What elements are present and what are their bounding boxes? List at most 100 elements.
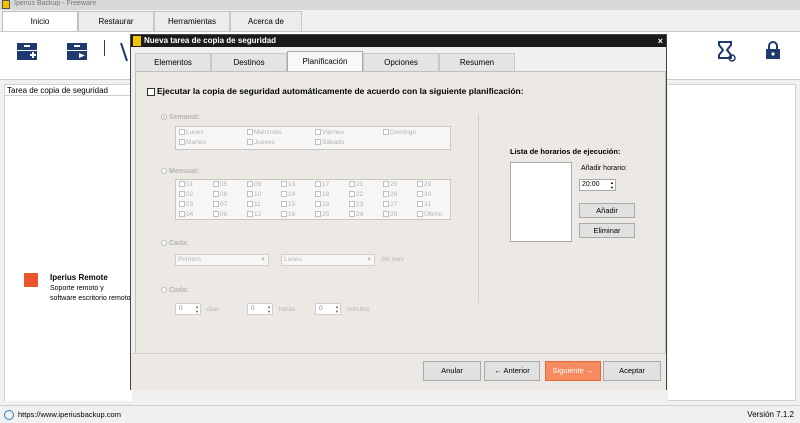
monthday-checkbox[interactable]: 06 [213,191,227,198]
monthday-checkbox[interactable]: 19 [315,201,329,208]
monthday-check-box[interactable] [213,181,219,188]
monthday-check-box[interactable] [315,181,321,188]
tab-resumen[interactable]: Resumen [439,53,515,71]
monthday-checkbox[interactable]: 13 [281,181,295,188]
website-link[interactable]: https://www.iperiusbackup.com [18,410,121,419]
monthday-checkbox[interactable]: 28 [383,211,397,218]
weekday-lunes[interactable]: Lunes [179,129,204,136]
monthday-checkbox[interactable]: 10 [247,191,261,198]
previous-button[interactable]: ← Anterior [484,361,540,381]
monthday-checkbox[interactable]: 14 [281,191,295,198]
tab-herramientas[interactable]: Herramientas [154,11,230,31]
spinner-arrows-icon[interactable]: ▲ ▼ [267,304,271,314]
tab-restaurar[interactable]: Restaurar [78,11,154,31]
monthday-check-box[interactable] [315,191,321,198]
monthday-checkbox[interactable]: 17 [315,181,329,188]
iperius-remote-title[interactable]: Iperius Remote [50,273,108,282]
tools-icon[interactable] [120,42,128,62]
spinner-arrows-icon[interactable]: ▲ ▼ [195,304,199,314]
new-backup-icon[interactable] [16,41,38,61]
monthday-check-box[interactable] [213,191,219,198]
monthday-checkbox[interactable]: 09 [247,181,261,188]
days-spinner[interactable]: 0 ▲ ▼ [175,303,201,315]
tab-elementos[interactable]: Elementos [135,53,211,71]
monthday-checkbox[interactable]: 21 [349,181,363,188]
tab-inicio[interactable]: Inicio [2,11,78,32]
times-list[interactable] [510,162,572,242]
monthday-checkbox[interactable]: 29 [417,181,431,188]
monthday-checkbox[interactable]: Último [417,211,442,218]
each-radio[interactable]: Cada: [161,240,188,247]
monthday-check-box[interactable] [281,201,287,208]
cancel-button[interactable]: Anular [423,361,481,381]
spinner-arrows-icon[interactable]: ▲ ▼ [610,180,614,190]
auto-schedule-check-box[interactable] [147,87,155,96]
weekday-jueves[interactable]: Jueves [247,139,275,146]
tab-destinos[interactable]: Destinos [211,53,287,71]
interval-radio-dot[interactable] [161,287,167,294]
monthday-checkbox[interactable]: 07 [213,201,227,208]
monthday-check-box[interactable] [281,211,287,218]
monthday-checkbox[interactable]: 24 [349,211,363,218]
iperius-remote-icon[interactable] [24,273,38,287]
monthday-check-box[interactable] [349,181,355,188]
tab-planificacion[interactable]: Planificación [287,51,363,72]
monthday-check-box[interactable] [213,201,219,208]
weekday-domingo[interactable]: Domingo [383,129,416,136]
monthday-check-box[interactable] [383,201,389,208]
monthday-check-box[interactable] [179,191,185,198]
monthday-checkbox[interactable]: 01 [179,181,193,188]
weekly-radio-dot[interactable] [161,114,167,121]
minutes-spinner[interactable]: 0 ▲ ▼ [315,303,341,315]
monthday-check-box[interactable] [417,211,423,218]
run-backup-icon[interactable] [66,41,88,61]
monthday-checkbox[interactable]: 26 [383,191,397,198]
weekday-miercoles[interactable]: Miércoles [247,129,282,136]
weekday-viernes[interactable]: Viernes [315,129,344,136]
monthday-checkbox[interactable]: 15 [281,201,295,208]
monthday-check-box[interactable] [247,201,253,208]
monthday-check-box[interactable] [247,211,253,218]
monthday-check-box[interactable] [349,191,355,198]
monthday-check-box[interactable] [417,191,423,198]
monthday-checkbox[interactable]: 02 [179,191,193,198]
delete-time-button[interactable]: Eliminar [579,223,635,238]
monthday-check-box[interactable] [213,211,219,218]
monthday-check-box[interactable] [383,181,389,188]
monthday-checkbox[interactable]: 22 [349,191,363,198]
lock-icon[interactable] [764,40,782,62]
interval-radio[interactable]: Cada: [161,287,188,294]
backup-task-list[interactable] [4,96,132,401]
weekday-martes[interactable]: Martes [179,139,206,146]
monthday-checkbox[interactable]: 08 [213,211,227,218]
time-input[interactable]: 20:00 ▲ ▼ [579,179,616,191]
monthday-checkbox[interactable]: 25 [383,181,397,188]
weekday-sabado[interactable]: Sábado [315,139,344,146]
tab-opciones[interactable]: Opciones [363,53,439,71]
monthday-checkbox[interactable]: 12 [247,211,261,218]
monthday-checkbox[interactable]: 30 [417,191,431,198]
monthday-check-box[interactable] [247,191,253,198]
monthday-checkbox[interactable]: 27 [383,201,397,208]
next-button[interactable]: Siguiente → [545,361,601,381]
monthday-check-box[interactable] [417,181,423,188]
weekday-select[interactable]: Lunes ▼ [281,254,375,266]
monthly-radio[interactable]: Mensual: [161,168,199,175]
add-time-button[interactable]: Añadir [579,203,635,218]
tab-acerca-de[interactable]: Acerca de [230,11,302,31]
weekly-radio[interactable]: Semanal: [161,114,200,121]
monthly-radio-dot[interactable] [161,168,167,175]
hours-spinner[interactable]: 0 ▲ ▼ [247,303,273,315]
monthday-check-box[interactable] [247,181,253,188]
monthday-checkbox[interactable]: 03 [179,201,193,208]
monthday-check-box[interactable] [383,211,389,218]
monthday-checkbox[interactable]: 16 [281,211,295,218]
monthday-check-box[interactable] [179,201,185,208]
monthday-check-box[interactable] [349,211,355,218]
monthday-checkbox[interactable]: 31 [417,201,431,208]
monthday-checkbox[interactable]: 11 [247,201,261,208]
monthday-check-box[interactable] [349,201,355,208]
auto-schedule-checkbox[interactable]: Ejecutar la copia de seguridad automátic… [147,86,524,96]
accept-button[interactable]: Aceptar [603,361,661,381]
monthday-check-box[interactable] [281,181,287,188]
